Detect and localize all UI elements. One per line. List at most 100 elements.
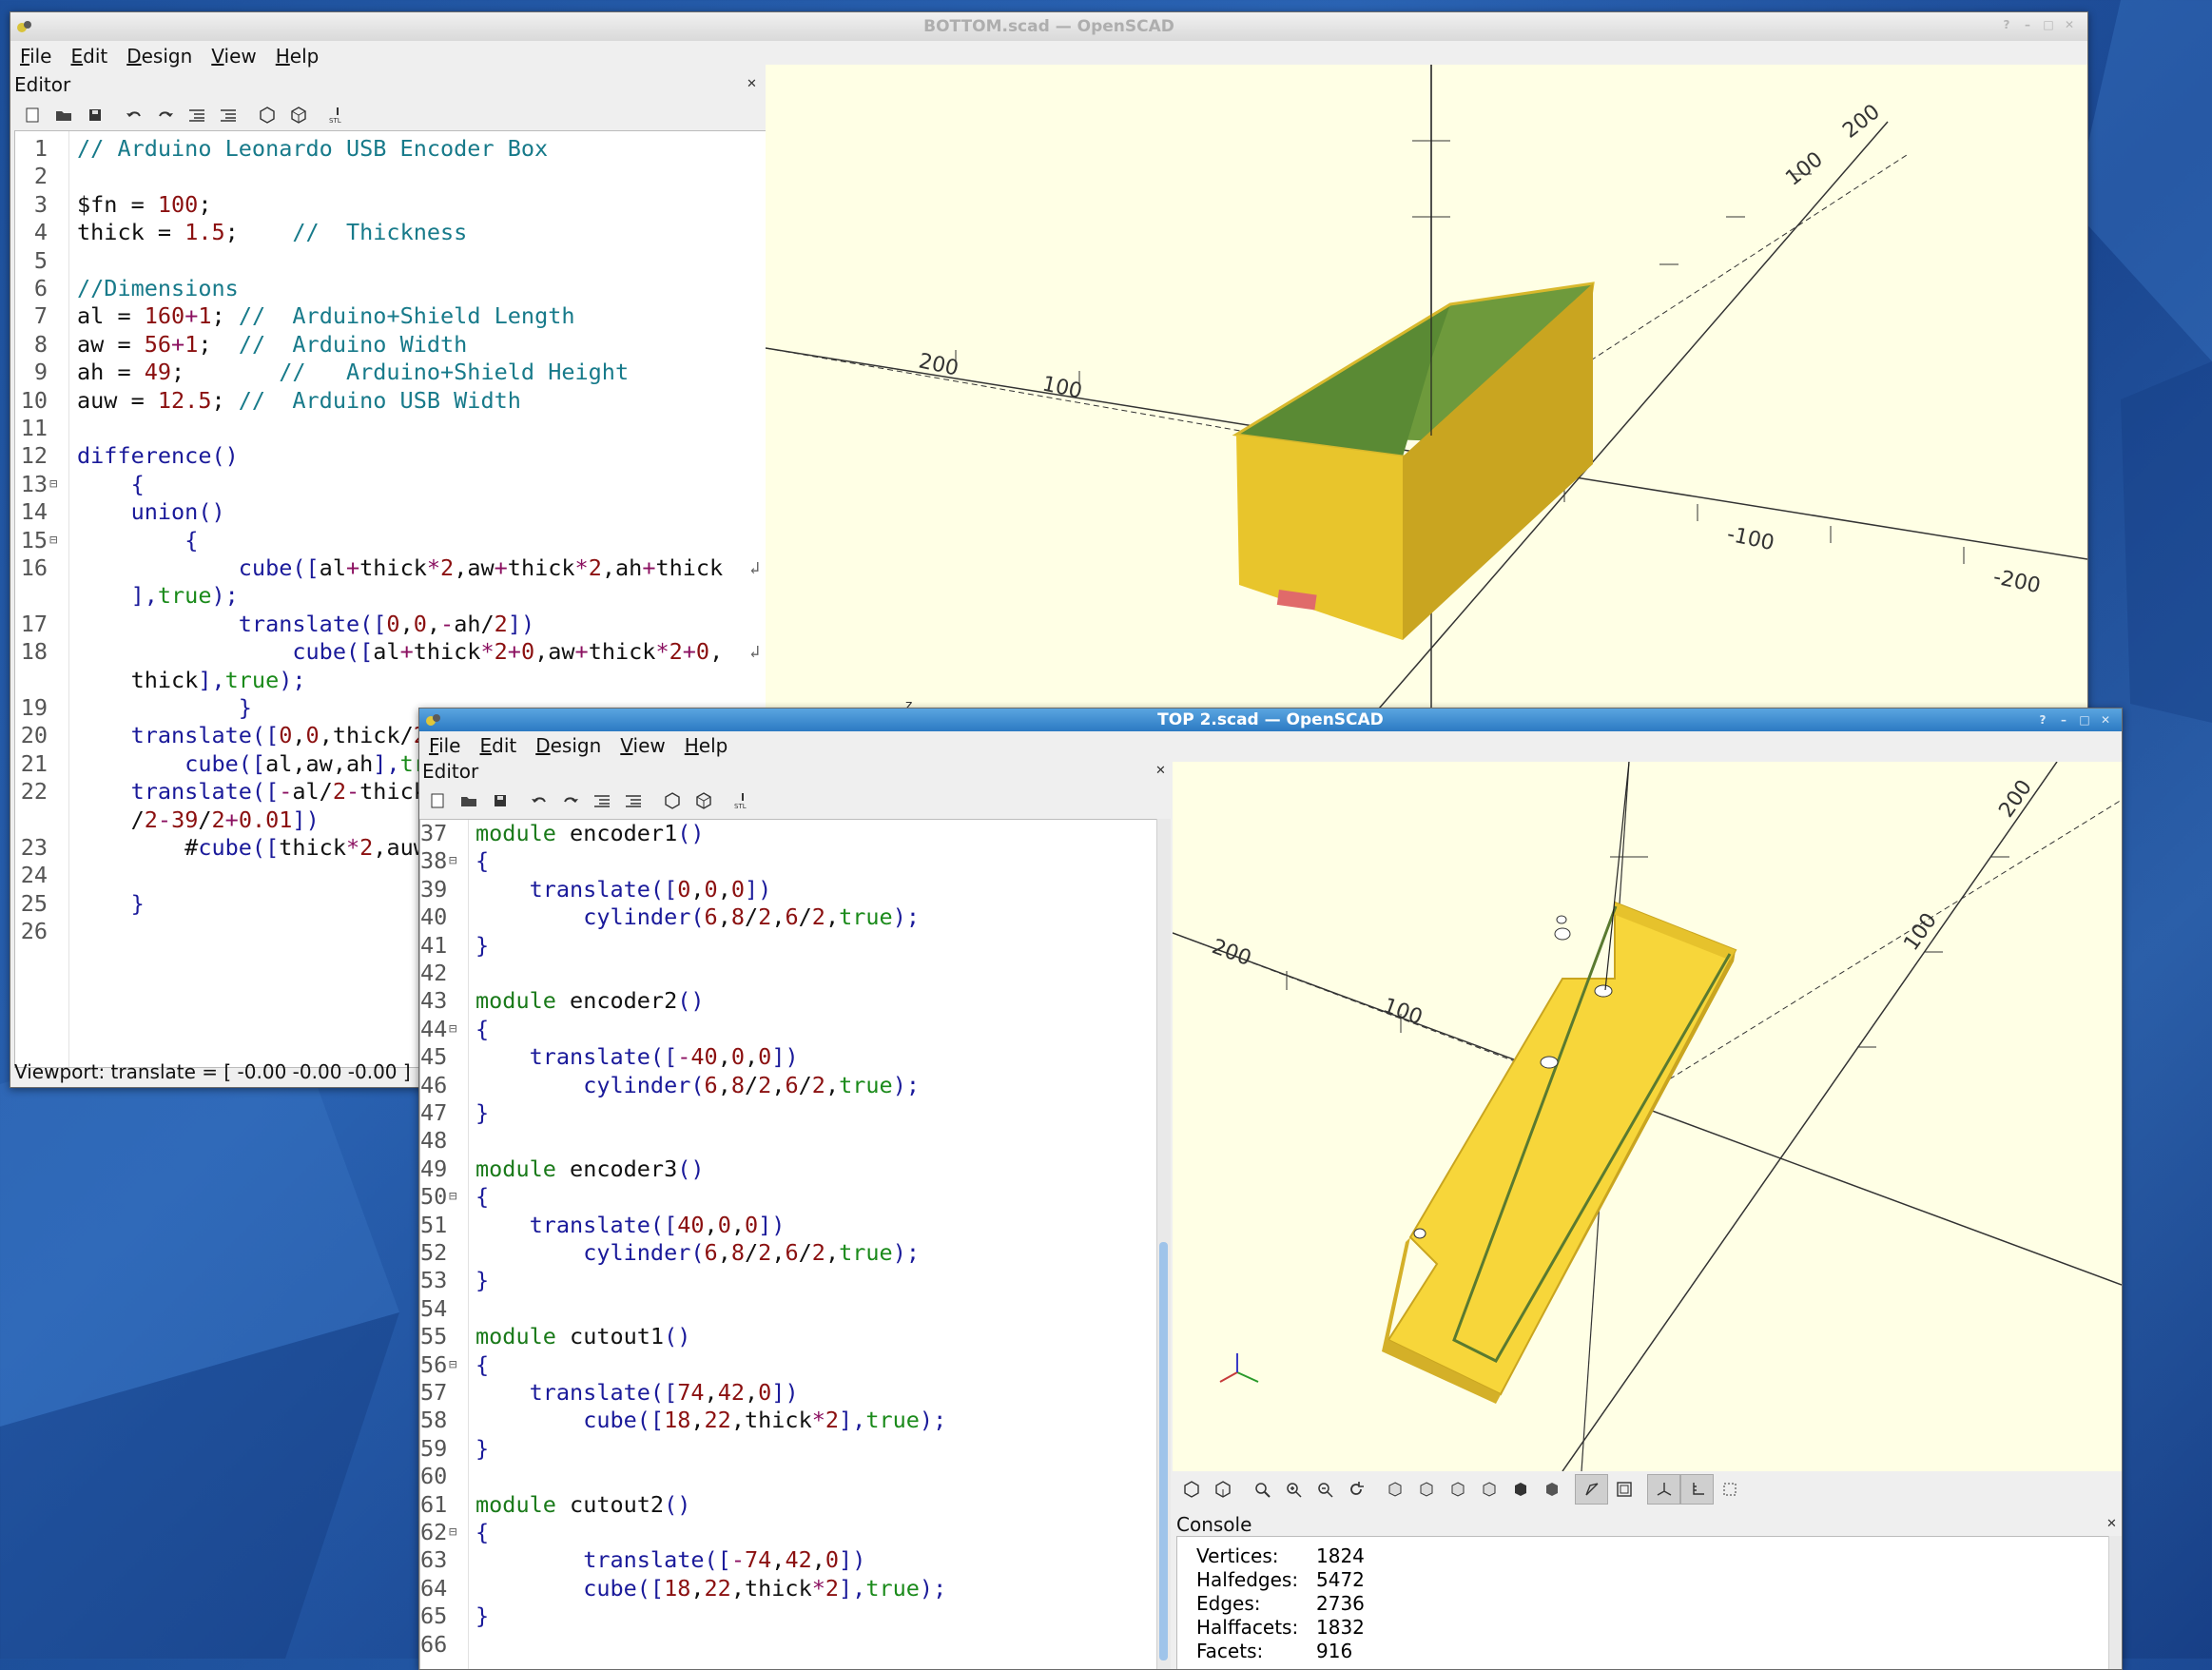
code-text: } (475, 1602, 490, 1630)
indent-icon[interactable] (212, 101, 243, 129)
code-line: 62 ⊟ { (420, 1519, 1156, 1546)
save-file-icon[interactable] (79, 101, 110, 129)
perspective-icon[interactable] (1575, 1474, 1608, 1505)
bottom-titlebar[interactable]: BOTTOM.scad — OpenSCAD ? – □ ✕ (10, 12, 2087, 41)
code-text: module cutout2() (475, 1490, 691, 1518)
top-3d-viewport[interactable]: 200 100 100 200 (1173, 762, 2122, 1471)
editor-close-icon[interactable]: ✕ (1155, 764, 1166, 778)
open-file-icon[interactable] (48, 101, 79, 129)
minimize-icon[interactable]: – (2019, 16, 2036, 33)
fold-toggle-icon[interactable]: ⊟ (449, 1016, 456, 1043)
svg-text:STL: STL (329, 117, 341, 124)
editor-scrollbar[interactable] (1156, 819, 1171, 1669)
minimize-icon[interactable]: – (2055, 711, 2072, 728)
menu-file[interactable]: File (10, 45, 61, 68)
new-file-icon[interactable] (16, 101, 48, 129)
editor-scroll-thumb[interactable] (1159, 1242, 1168, 1660)
code-line: 54 (420, 1295, 1156, 1323)
fold-toggle-icon[interactable]: ⊟ (49, 527, 57, 554)
redo-icon[interactable] (554, 786, 586, 815)
render-view-icon[interactable] (1207, 1475, 1238, 1504)
code-line: thick],true); (15, 667, 766, 694)
code-text: cube([18,22,thick*2],true); (583, 1407, 947, 1434)
fold-toggle-icon[interactable]: ⊟ (449, 1351, 456, 1379)
fold-toggle-icon[interactable]: ⊟ (449, 1183, 456, 1211)
show-edges-icon[interactable] (1714, 1475, 1745, 1504)
code-line: 65} (420, 1602, 1156, 1630)
undo-icon[interactable] (523, 786, 554, 815)
close-icon[interactable]: ✕ (2097, 711, 2114, 728)
editor-close-icon[interactable]: ✕ (747, 77, 757, 91)
menu-edit[interactable]: Edit (470, 734, 526, 757)
line-number: 44 (420, 1015, 448, 1042)
code-line: 53} (420, 1267, 1156, 1294)
zoom-in-icon[interactable] (1277, 1475, 1309, 1504)
line-number: 22 (20, 778, 48, 806)
menu-design[interactable]: Design (526, 734, 611, 757)
view-right-icon[interactable] (1379, 1475, 1410, 1504)
code-text: { (475, 1015, 490, 1042)
line-number: 52 (420, 1239, 448, 1266)
unindent-icon[interactable] (181, 101, 212, 129)
redo-icon[interactable] (149, 101, 181, 129)
line-number: 48 (420, 1127, 448, 1155)
fold-toggle-icon[interactable]: ⊟ (49, 471, 57, 498)
code-text: } (475, 1434, 490, 1462)
fold-toggle-icon[interactable]: ⊟ (449, 847, 456, 875)
close-icon[interactable]: ✕ (2061, 16, 2078, 33)
indent-icon[interactable] (617, 786, 649, 815)
new-file-icon[interactable] (421, 786, 453, 815)
save-file-icon[interactable] (484, 786, 515, 815)
view-top-icon[interactable] (1410, 1475, 1442, 1504)
view-front-icon[interactable] (1504, 1475, 1536, 1504)
menu-design[interactable]: Design (117, 45, 202, 68)
view-back-icon[interactable] (1536, 1475, 1567, 1504)
menu-file[interactable]: File (419, 734, 470, 757)
top-code-editor[interactable]: 37 module encoder1() 38 ⊟{39 translate([0,0… (419, 819, 1157, 1669)
undo-icon[interactable] (118, 101, 149, 129)
render-icon[interactable] (688, 786, 719, 815)
maximize-icon[interactable]: □ (2076, 711, 2093, 728)
zoom-out-icon[interactable] (1309, 1475, 1340, 1504)
unindent-icon[interactable] (586, 786, 617, 815)
preview-view-icon[interactable] (1175, 1475, 1207, 1504)
line-number: 8 (33, 330, 48, 358)
console-output[interactable]: Vertices: 1824 Halfedges: 5472 Edges: 2736 Hal… (1176, 1536, 2110, 1669)
line-number: 16 (20, 554, 48, 581)
menu-help[interactable]: Help (266, 45, 329, 68)
show-axes-icon[interactable] (1647, 1474, 1680, 1505)
preview-icon[interactable] (251, 101, 282, 129)
line-number: 24 (20, 862, 48, 889)
show-scale-icon[interactable] (1680, 1474, 1714, 1505)
line-number: 12 (20, 442, 48, 470)
code-line: 46 cylinder(6,8/2,6/2,true); (420, 1072, 1156, 1099)
zoom-all-icon[interactable] (1246, 1475, 1277, 1504)
reset-view-icon[interactable] (1340, 1475, 1371, 1504)
code-line: 39 translate([0,0,0]) (420, 876, 1156, 903)
export-stl-icon[interactable]: STL (321, 101, 353, 129)
fold-toggle-icon[interactable]: ⊟ (449, 1519, 456, 1546)
context-help-icon[interactable]: ? (2034, 711, 2051, 728)
menu-help[interactable]: Help (675, 734, 738, 757)
top-titlebar[interactable]: TOP 2.scad — OpenSCAD ? – □ ✕ (419, 709, 2122, 731)
export-stl-icon[interactable]: STL (727, 786, 758, 815)
code-line: 49 module encoder3() (420, 1155, 1156, 1183)
maximize-icon[interactable]: □ (2040, 16, 2057, 33)
code-text: thick = 1.5; // Thickness (77, 219, 468, 246)
context-help-icon[interactable]: ? (1998, 16, 2015, 33)
orthogonal-icon[interactable] (1608, 1475, 1640, 1504)
console-scrollbar[interactable] (2108, 1536, 2122, 1669)
line-number: 61 (420, 1490, 448, 1518)
view-left-icon[interactable] (1473, 1475, 1504, 1504)
menu-view[interactable]: View (611, 734, 674, 757)
view-bottom-icon[interactable] (1442, 1475, 1473, 1504)
open-file-icon[interactable] (453, 786, 484, 815)
code-line: 50 ⊟ { (420, 1183, 1156, 1211)
top-openscad-window[interactable]: TOP 2.scad — OpenSCAD ? – □ ✕ File Edit … (418, 708, 2123, 1670)
code-line: 52 cylinder(6,8/2,6/2,true); (420, 1239, 1156, 1267)
console-close-icon[interactable]: ✕ (2106, 1517, 2117, 1531)
menu-view[interactable]: View (202, 45, 265, 68)
preview-icon[interactable] (656, 786, 688, 815)
menu-edit[interactable]: Edit (61, 45, 117, 68)
render-icon[interactable] (282, 101, 314, 129)
